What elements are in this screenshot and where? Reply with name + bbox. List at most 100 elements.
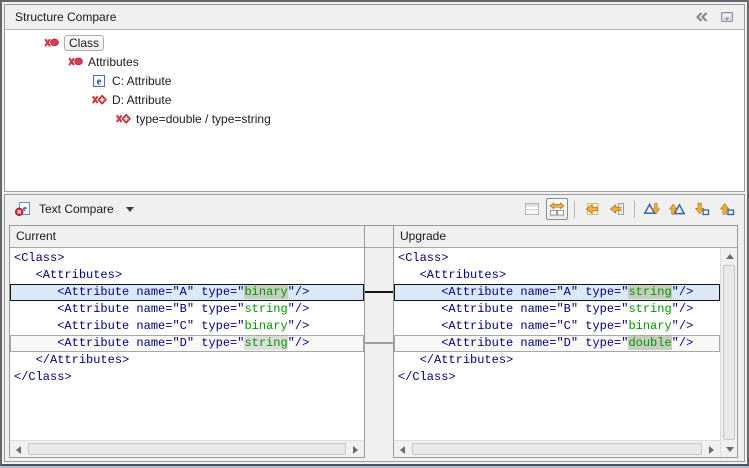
code-line[interactable]: </Class> bbox=[10, 369, 364, 386]
text-compare-body: Current <Class> <Attributes> <Attribute … bbox=[5, 223, 744, 461]
diff-change-icon bbox=[67, 54, 83, 70]
right-compare-pane: Upgrade <Class> <Attributes> <Attribute … bbox=[393, 225, 738, 458]
tree-item[interactable]: Attributes bbox=[5, 52, 744, 71]
structure-compare-header: Structure Compare bbox=[5, 5, 744, 30]
code-token: <Attribute name="C" type=" bbox=[441, 319, 628, 333]
code-token bbox=[398, 285, 441, 299]
code-token: <Attribute name="A" type=" bbox=[57, 285, 244, 299]
svg-text:e: e bbox=[23, 203, 27, 213]
tree-item[interactable]: eC: Attribute bbox=[5, 71, 744, 90]
code-line[interactable]: <Attribute name="C" type="binary"/> bbox=[394, 318, 720, 335]
code-line[interactable]: <Class> bbox=[394, 250, 720, 267]
next-change-button[interactable] bbox=[691, 198, 713, 220]
right-code-editor[interactable]: <Class> <Attributes> <Attribute name="A"… bbox=[394, 248, 720, 440]
compare-window: Structure Compare ClassAttributeseC: Att… bbox=[0, 0, 749, 466]
toolbar-separator bbox=[574, 201, 575, 218]
text-compare-header: e Text Compare bbox=[5, 195, 744, 223]
left-pane-title: Current bbox=[10, 226, 364, 248]
code-line[interactable]: <Attribute name="B" type="string"/> bbox=[394, 301, 720, 318]
code-token: <Attribute name="C" type=" bbox=[57, 319, 244, 333]
previous-change-button[interactable] bbox=[716, 198, 738, 220]
diff-modify-icon bbox=[115, 111, 131, 127]
code-token: "/> bbox=[672, 302, 694, 316]
code-line[interactable]: </Attributes> bbox=[10, 352, 364, 369]
diff-connector-selected bbox=[365, 291, 393, 293]
code-token: "/> bbox=[288, 336, 310, 350]
diff-connector-gutter bbox=[365, 225, 393, 458]
scroll-right-icon[interactable] bbox=[347, 441, 364, 458]
code-line[interactable]: <Attributes> bbox=[10, 267, 364, 284]
code-token: binary bbox=[628, 319, 671, 333]
scrollbar-thumb[interactable] bbox=[723, 265, 735, 440]
dropdown-arrow-icon[interactable] bbox=[126, 207, 134, 212]
code-token: </Attributes> bbox=[420, 353, 514, 367]
code-token: <Attribute name="B" type=" bbox=[57, 302, 244, 316]
code-token: <Attributes> bbox=[420, 268, 506, 282]
left-code-editor[interactable]: <Class> <Attributes> <Attribute name="A"… bbox=[10, 248, 364, 440]
side-by-side-layout-button[interactable] bbox=[546, 198, 568, 220]
toolbar-separator bbox=[634, 201, 635, 218]
swap-layout-icon bbox=[549, 201, 565, 217]
tree-item[interactable]: Class bbox=[5, 33, 744, 52]
code-line-diff[interactable]: <Attribute name="D" type="string"/> bbox=[10, 335, 364, 352]
code-token bbox=[398, 302, 441, 316]
code-token: </Attributes> bbox=[36, 353, 130, 367]
right-vertical-scrollbar[interactable] bbox=[720, 248, 737, 457]
code-line-diff[interactable]: <Attribute name="A" type="string"/> bbox=[394, 284, 720, 301]
code-line-diff[interactable]: <Attribute name="D" type="double"/> bbox=[394, 335, 720, 352]
code-token bbox=[398, 336, 441, 350]
scroll-left-icon[interactable] bbox=[394, 441, 411, 458]
scrollbar-thumb[interactable] bbox=[28, 443, 346, 455]
copy-all-right-to-left-button[interactable] bbox=[581, 198, 603, 220]
code-token: string bbox=[244, 302, 287, 316]
code-token: <Attributes> bbox=[36, 268, 122, 282]
tree-item[interactable]: type=double / type=string bbox=[5, 109, 744, 128]
structure-compare-tree[interactable]: ClassAttributeseC: AttributeD: Attribute… bbox=[5, 30, 744, 191]
code-token: <Class> bbox=[398, 251, 448, 265]
code-token bbox=[14, 302, 57, 316]
structure-compare-actions bbox=[692, 8, 736, 26]
changed-token: double bbox=[628, 336, 671, 350]
code-line[interactable]: </Attributes> bbox=[394, 352, 720, 369]
code-token: <Attribute name="B" type=" bbox=[441, 302, 628, 316]
collapse-all-button[interactable] bbox=[692, 8, 710, 26]
scrollbar-thumb[interactable] bbox=[412, 443, 702, 455]
code-token: "/> bbox=[288, 319, 310, 333]
diff-modify-icon bbox=[91, 92, 107, 108]
code-line[interactable]: <Attribute name="B" type="string"/> bbox=[10, 301, 364, 318]
next-change-icon bbox=[694, 201, 710, 217]
code-token: </Class> bbox=[14, 370, 72, 384]
code-token: "/> bbox=[288, 285, 310, 299]
code-token: <Class> bbox=[14, 251, 64, 265]
code-line-diff[interactable]: <Attribute name="A" type="binary"/> bbox=[10, 284, 364, 301]
code-line[interactable]: <Attributes> bbox=[394, 267, 720, 284]
right-horizontal-scrollbar[interactable] bbox=[394, 440, 720, 457]
next-difference-button[interactable] bbox=[641, 198, 663, 220]
code-token bbox=[398, 353, 420, 367]
view-menu-button[interactable] bbox=[718, 8, 736, 26]
tree-item-label: Class bbox=[64, 35, 104, 51]
code-token bbox=[14, 285, 57, 299]
gutter-header bbox=[365, 225, 393, 248]
copy-current-right-to-left-button[interactable] bbox=[606, 198, 628, 220]
scroll-right-icon[interactable] bbox=[703, 441, 720, 458]
scroll-left-icon[interactable] bbox=[10, 441, 27, 458]
code-line[interactable]: <Class> bbox=[10, 250, 364, 267]
structure-compare-panel: Structure Compare ClassAttributeseC: Att… bbox=[4, 4, 745, 192]
code-token: <Attribute name="D" type=" bbox=[57, 336, 244, 350]
two-way-layout-button[interactable] bbox=[521, 198, 543, 220]
left-horizontal-scrollbar[interactable] bbox=[10, 440, 364, 457]
code-token bbox=[14, 319, 57, 333]
code-line[interactable]: </Class> bbox=[394, 369, 720, 386]
scroll-down-icon[interactable] bbox=[721, 441, 738, 457]
next-difference-icon bbox=[644, 201, 660, 217]
code-token bbox=[398, 268, 420, 282]
previous-change-icon bbox=[719, 201, 735, 217]
code-token: "/> bbox=[672, 336, 694, 350]
previous-difference-button[interactable] bbox=[666, 198, 688, 220]
code-token bbox=[14, 336, 57, 350]
code-token: "/> bbox=[288, 302, 310, 316]
code-line[interactable]: <Attribute name="C" type="binary"/> bbox=[10, 318, 364, 335]
scroll-up-icon[interactable] bbox=[721, 248, 738, 264]
tree-item[interactable]: D: Attribute bbox=[5, 90, 744, 109]
